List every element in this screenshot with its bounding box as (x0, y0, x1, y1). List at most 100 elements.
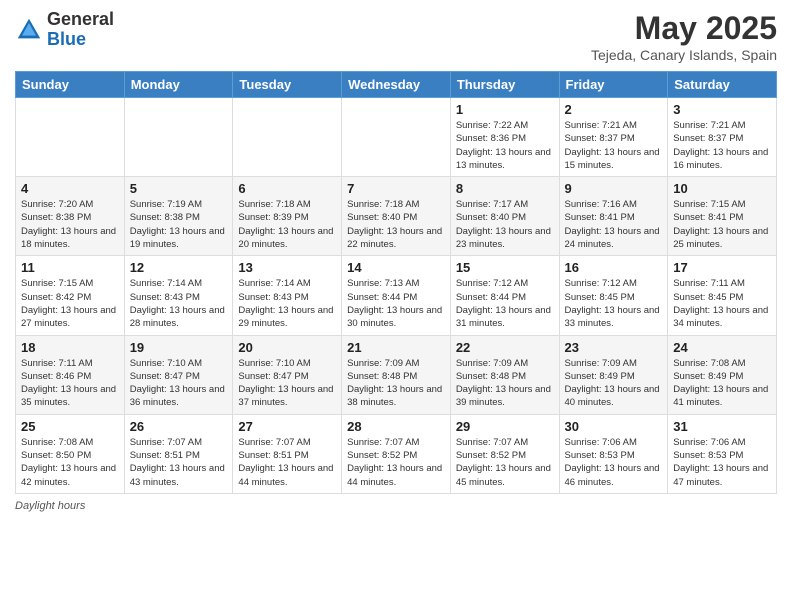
day-info: Sunrise: 7:22 AM Sunset: 8:36 PM Dayligh… (456, 119, 554, 172)
day-number: 22 (456, 340, 554, 355)
day-number: 5 (130, 181, 228, 196)
day-number: 8 (456, 181, 554, 196)
day-info: Sunrise: 7:11 AM Sunset: 8:46 PM Dayligh… (21, 357, 119, 410)
calendar-cell: 18 Sunrise: 7:11 AM Sunset: 8:46 PM Dayli… (16, 335, 125, 414)
calendar-header: SundayMondayTuesdayWednesdayThursdayFrid… (16, 72, 777, 98)
day-info: Sunrise: 7:09 AM Sunset: 8:48 PM Dayligh… (347, 357, 445, 410)
day-info: Sunrise: 7:06 AM Sunset: 8:53 PM Dayligh… (565, 436, 663, 489)
day-info: Sunrise: 7:20 AM Sunset: 8:38 PM Dayligh… (21, 198, 119, 251)
day-info: Sunrise: 7:06 AM Sunset: 8:53 PM Dayligh… (673, 436, 771, 489)
day-number: 31 (673, 419, 771, 434)
logo-general: General (47, 10, 114, 30)
calendar-week-2: 11Sunrise: 7:15 AM Sunset: 8:42 PM Dayli… (16, 256, 777, 335)
calendar-table: SundayMondayTuesdayWednesdayThursdayFrid… (15, 71, 777, 494)
calendar-cell: 4 Sunrise: 7:20 AM Sunset: 8:38 PM Daylig… (16, 177, 125, 256)
calendar-cell: 31 Sunrise: 7:06 AM Sunset: 8:53 PM Dayli… (668, 414, 777, 493)
day-number: 21 (347, 340, 445, 355)
day-number: 3 (673, 102, 771, 117)
day-info: Sunrise: 7:21 AM Sunset: 8:37 PM Dayligh… (565, 119, 663, 172)
page-header: General Blue May 2025 Tejeda, Canary Isl… (15, 10, 777, 63)
calendar-cell: 23 Sunrise: 7:09 AM Sunset: 8:49 PM Dayli… (559, 335, 668, 414)
calendar-body: 1Sunrise: 7:22 AM Sunset: 8:36 PM Daylig… (16, 98, 777, 494)
calendar-week-4: 25Sunrise: 7:08 AM Sunset: 8:50 PM Dayli… (16, 414, 777, 493)
day-info: Sunrise: 7:07 AM Sunset: 8:52 PM Dayligh… (347, 436, 445, 489)
calendar-cell (233, 98, 342, 177)
calendar-cell: 12 Sunrise: 7:14 AM Sunset: 8:43 PM Dayli… (124, 256, 233, 335)
header-day-sunday: Sunday (16, 72, 125, 98)
logo-icon (15, 16, 43, 44)
day-number: 26 (130, 419, 228, 434)
day-info: Sunrise: 7:07 AM Sunset: 8:52 PM Dayligh… (456, 436, 554, 489)
day-number: 20 (238, 340, 336, 355)
calendar-cell: 9 Sunrise: 7:16 AM Sunset: 8:41 PM Daylig… (559, 177, 668, 256)
day-info: Sunrise: 7:16 AM Sunset: 8:41 PM Dayligh… (565, 198, 663, 251)
header-day-friday: Friday (559, 72, 668, 98)
day-number: 13 (238, 260, 336, 275)
subtitle: Tejeda, Canary Islands, Spain (591, 47, 777, 63)
day-info: Sunrise: 7:09 AM Sunset: 8:48 PM Dayligh… (456, 357, 554, 410)
calendar-cell: 11Sunrise: 7:15 AM Sunset: 8:42 PM Dayli… (16, 256, 125, 335)
day-info: Sunrise: 7:09 AM Sunset: 8:49 PM Dayligh… (565, 357, 663, 410)
day-info: Sunrise: 7:14 AM Sunset: 8:43 PM Dayligh… (130, 277, 228, 330)
daylight-label: Daylight hours (15, 500, 85, 512)
day-info: Sunrise: 7:18 AM Sunset: 8:40 PM Dayligh… (347, 198, 445, 251)
day-info: Sunrise: 7:14 AM Sunset: 8:43 PM Dayligh… (238, 277, 336, 330)
calendar-cell (124, 98, 233, 177)
day-number: 24 (673, 340, 771, 355)
logo: General Blue (15, 10, 114, 50)
header-day-monday: Monday (124, 72, 233, 98)
logo-text: General Blue (47, 10, 114, 50)
calendar-cell: 27 Sunrise: 7:07 AM Sunset: 8:51 PM Dayli… (233, 414, 342, 493)
day-number: 7 (347, 181, 445, 196)
calendar-cell: 16Sunrise: 7:12 AM Sunset: 8:45 PM Dayli… (559, 256, 668, 335)
day-info: Sunrise: 7:08 AM Sunset: 8:49 PM Dayligh… (673, 357, 771, 410)
day-number: 4 (21, 181, 119, 196)
day-number: 6 (238, 181, 336, 196)
day-info: Sunrise: 7:07 AM Sunset: 8:51 PM Dayligh… (238, 436, 336, 489)
day-info: Sunrise: 7:13 AM Sunset: 8:44 PM Dayligh… (347, 277, 445, 330)
header-day-saturday: Saturday (668, 72, 777, 98)
header-day-thursday: Thursday (450, 72, 559, 98)
day-number: 2 (565, 102, 663, 117)
day-number: 23 (565, 340, 663, 355)
calendar-cell (342, 98, 451, 177)
day-number: 16 (565, 260, 663, 275)
calendar-cell: 21 Sunrise: 7:09 AM Sunset: 8:48 PM Dayli… (342, 335, 451, 414)
day-number: 25 (21, 419, 119, 434)
day-number: 29 (456, 419, 554, 434)
calendar-cell: 20 Sunrise: 7:10 AM Sunset: 8:47 PM Dayli… (233, 335, 342, 414)
calendar-cell: 1Sunrise: 7:22 AM Sunset: 8:36 PM Daylig… (450, 98, 559, 177)
calendar-week-1: 4 Sunrise: 7:20 AM Sunset: 8:38 PM Daylig… (16, 177, 777, 256)
header-day-tuesday: Tuesday (233, 72, 342, 98)
calendar-cell: 8 Sunrise: 7:17 AM Sunset: 8:40 PM Daylig… (450, 177, 559, 256)
main-title: May 2025 (591, 10, 777, 47)
day-number: 11 (21, 260, 119, 275)
day-info: Sunrise: 7:21 AM Sunset: 8:37 PM Dayligh… (673, 119, 771, 172)
calendar-cell: 25Sunrise: 7:08 AM Sunset: 8:50 PM Dayli… (16, 414, 125, 493)
calendar-week-3: 18 Sunrise: 7:11 AM Sunset: 8:46 PM Dayli… (16, 335, 777, 414)
calendar-cell: 10Sunrise: 7:15 AM Sunset: 8:41 PM Dayli… (668, 177, 777, 256)
calendar-cell: 15Sunrise: 7:12 AM Sunset: 8:44 PM Dayli… (450, 256, 559, 335)
day-info: Sunrise: 7:15 AM Sunset: 8:41 PM Dayligh… (673, 198, 771, 251)
calendar-cell (16, 98, 125, 177)
day-info: Sunrise: 7:19 AM Sunset: 8:38 PM Dayligh… (130, 198, 228, 251)
header-row: SundayMondayTuesdayWednesdayThursdayFrid… (16, 72, 777, 98)
calendar-cell: 19Sunrise: 7:10 AM Sunset: 8:47 PM Dayli… (124, 335, 233, 414)
calendar-cell: 24 Sunrise: 7:08 AM Sunset: 8:49 PM Dayli… (668, 335, 777, 414)
day-info: Sunrise: 7:17 AM Sunset: 8:40 PM Dayligh… (456, 198, 554, 251)
calendar-cell: 14 Sunrise: 7:13 AM Sunset: 8:44 PM Dayli… (342, 256, 451, 335)
calendar-cell: 28Sunrise: 7:07 AM Sunset: 8:52 PM Dayli… (342, 414, 451, 493)
calendar-cell: 3 Sunrise: 7:21 AM Sunset: 8:37 PM Daylig… (668, 98, 777, 177)
footer-note: Daylight hours (15, 500, 777, 512)
calendar-cell: 2 Sunrise: 7:21 AM Sunset: 8:37 PM Daylig… (559, 98, 668, 177)
day-number: 12 (130, 260, 228, 275)
calendar-week-0: 1Sunrise: 7:22 AM Sunset: 8:36 PM Daylig… (16, 98, 777, 177)
day-number: 14 (347, 260, 445, 275)
day-info: Sunrise: 7:18 AM Sunset: 8:39 PM Dayligh… (238, 198, 336, 251)
day-number: 9 (565, 181, 663, 196)
day-number: 17 (673, 260, 771, 275)
day-number: 27 (238, 419, 336, 434)
day-info: Sunrise: 7:10 AM Sunset: 8:47 PM Dayligh… (238, 357, 336, 410)
day-number: 18 (21, 340, 119, 355)
day-info: Sunrise: 7:12 AM Sunset: 8:44 PM Dayligh… (456, 277, 554, 330)
